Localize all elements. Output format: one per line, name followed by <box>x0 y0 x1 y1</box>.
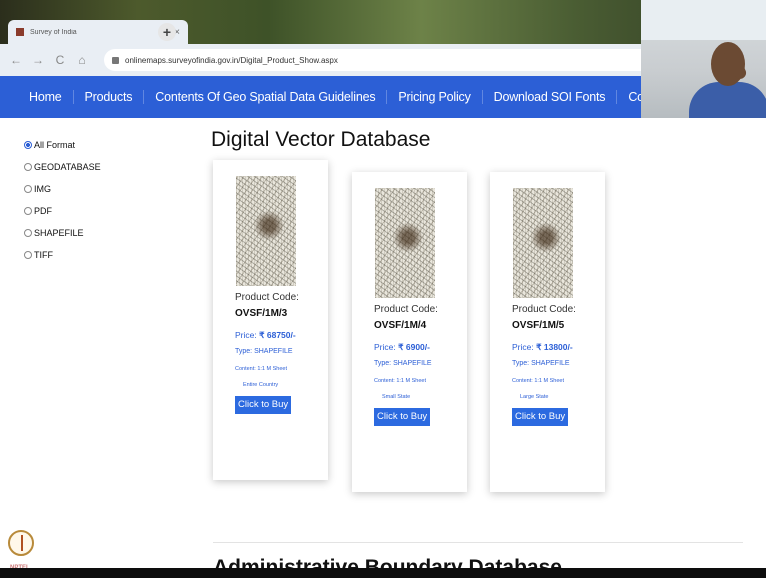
nav-download-fonts[interactable]: Download SOI Fonts <box>483 90 618 104</box>
filter-label: GEODATABASE <box>34 161 101 172</box>
map-thumbnail[interactable] <box>513 188 573 298</box>
map-thumbnail[interactable] <box>236 176 296 286</box>
section-divider <box>213 542 743 543</box>
nptel-logo-icon <box>8 530 34 556</box>
product-price: Price: ₹ 13800/- <box>512 342 573 353</box>
product-card: Product Code: OVSF/1M/3 Price: ₹ 68750/-… <box>213 160 328 480</box>
product-type: Type: SHAPEFILE <box>374 360 432 367</box>
filter-label: SHAPEFILE <box>34 227 84 238</box>
product-coverage: Entire Country <box>243 382 279 388</box>
address-bar[interactable]: onlinemaps.surveyofindia.gov.in/Digital_… <box>104 49 664 71</box>
filter-label: All Format <box>34 139 76 150</box>
radio-icon[interactable] <box>24 184 32 193</box>
webcam-overlay <box>641 0 766 118</box>
nav-geospatial-guidelines[interactable]: Contents Of Geo Spatial Data Guidelines <box>144 90 388 104</box>
price-label: Price: <box>374 342 396 352</box>
product-code: OVSF/1M/5 <box>512 320 565 331</box>
product-content: Content: 1:1 M Sheet <box>512 378 564 384</box>
product-coverage: Large State <box>520 394 549 400</box>
product-coverage: Small State <box>382 394 411 400</box>
radio-icon[interactable] <box>24 228 32 237</box>
forward-icon[interactable]: → <box>32 53 44 67</box>
video-bottom-bar <box>0 568 766 578</box>
filter-label: TIFF <box>34 249 53 260</box>
price-value: ₹ 68750/- <box>259 330 296 340</box>
radio-icon[interactable] <box>24 162 32 171</box>
lock-icon <box>112 56 119 64</box>
nav-home[interactable]: Home <box>18 90 74 104</box>
radio-icon[interactable] <box>24 250 32 259</box>
favicon-icon <box>16 28 24 36</box>
screenshot-frame: Survey of India × + ← → C ⌂ onlinemaps.s… <box>0 0 766 578</box>
home-icon[interactable]: ⌂ <box>76 53 88 67</box>
product-card: Product Code: OVSF/1M/4 Price: ₹ 6900/- … <box>352 172 467 492</box>
nav-pricing-policy[interactable]: Pricing Policy <box>387 90 483 104</box>
radio-icon[interactable] <box>24 140 32 149</box>
tab-title: Survey of India <box>30 28 77 36</box>
product-price: Price: ₹ 6900/- <box>374 342 430 353</box>
product-price: Price: ₹ 68750/- <box>235 330 296 341</box>
price-label: Price: <box>512 342 534 352</box>
product-content: Content: 1:1 M Sheet <box>235 366 287 372</box>
filter-label: PDF <box>34 205 52 216</box>
back-icon[interactable]: ← <box>10 53 22 67</box>
product-code: OVSF/1M/3 <box>235 308 288 319</box>
price-value: ₹ 13800/- <box>536 342 573 352</box>
product-code-label: Product Code: <box>512 304 576 315</box>
page-title: Digital Vector Database <box>211 128 431 151</box>
product-content: Content: 1:1 M Sheet <box>374 378 426 384</box>
click-to-buy-button[interactable]: Click to Buy <box>374 408 431 426</box>
product-code: OVSF/1M/4 <box>374 320 427 331</box>
price-label: Price: <box>235 330 257 340</box>
nav-products[interactable]: Products <box>74 90 145 104</box>
product-type: Type: SHAPEFILE <box>235 348 293 355</box>
new-tab-button[interactable]: + <box>158 23 176 41</box>
product-code-label: Product Code: <box>374 304 438 315</box>
map-thumbnail[interactable] <box>375 188 435 298</box>
click-to-buy-button[interactable]: Click to Buy <box>512 408 569 426</box>
product-code-label: Product Code: <box>235 292 299 303</box>
filter-tiff[interactable]: TIFF <box>24 238 174 271</box>
presenter-body <box>689 82 766 118</box>
webcam-background <box>641 0 766 40</box>
logo-spoke <box>21 535 23 551</box>
format-filter: All Format GEODATABASE IMG PDF SHAPEFILE… <box>24 128 174 271</box>
product-type: Type: SHAPEFILE <box>512 360 570 367</box>
radio-icon[interactable] <box>24 206 32 215</box>
url-text: onlinemaps.surveyofindia.gov.in/Digital_… <box>125 55 338 65</box>
click-to-buy-button[interactable]: Click to Buy <box>235 396 292 414</box>
filter-label: IMG <box>34 183 51 194</box>
price-value: ₹ 6900/- <box>398 342 430 352</box>
product-card: Product Code: OVSF/1M/5 Price: ₹ 13800/-… <box>490 172 605 492</box>
reload-icon[interactable]: C <box>54 53 66 67</box>
